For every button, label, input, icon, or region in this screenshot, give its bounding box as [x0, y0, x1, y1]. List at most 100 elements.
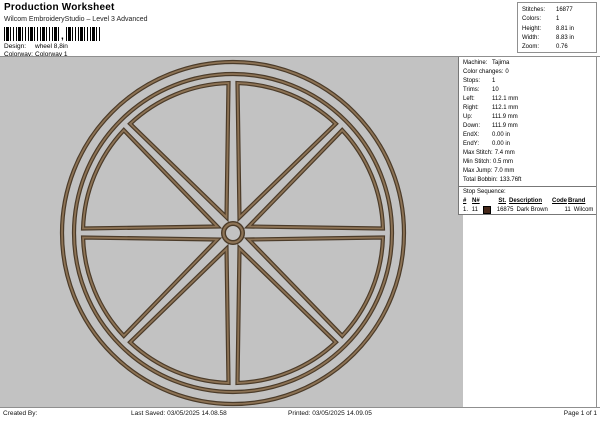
machine-info-value: 112.1 mm [492, 105, 518, 111]
machine-info-value: 0.5 mm [493, 159, 513, 165]
machine-info-label: EndY: [463, 140, 490, 149]
stop-sequence-header-row: #N#St.DescriptionCodeBrand [463, 197, 597, 206]
footer-printed: Printed: 03/05/2025 14.09.05 [288, 410, 372, 417]
machine-info-value: 111.9 mm [492, 114, 518, 120]
stitch-count-cell: 16875 [492, 206, 513, 215]
machine-info-value: Tajima [492, 60, 509, 66]
stat-row: Zoom:0.76 [522, 43, 596, 52]
stat-label: Height: [522, 25, 556, 34]
machine-info-row: Max Jump:7.0 mm [463, 167, 597, 176]
barcode-separator: , [61, 33, 64, 41]
stat-label: Width: [522, 34, 556, 43]
app-subtitle: Wilcom EmbroideryStudio – Level 3 Advanc… [4, 16, 148, 23]
wheel-design-graphic [0, 57, 463, 407]
design-canvas [0, 57, 463, 407]
stat-label: Stitches: [522, 6, 556, 15]
machine-info-value: 7.0 mm [494, 168, 514, 174]
machine-info-value: 1 [492, 78, 495, 84]
machine-info-label: Max Jump: [463, 167, 492, 176]
needle-number-cell: 11 [472, 206, 484, 215]
machine-info-label: EndX: [463, 131, 490, 140]
column-header: N# [472, 197, 484, 206]
machine-info-row: Stops:1 [463, 77, 597, 86]
stat-row: Colors:1 [522, 15, 596, 24]
stat-row: Height:8.81 in [522, 25, 596, 34]
stat-row: Width:8.83 in [522, 34, 596, 43]
stat-value: 8.83 in [556, 35, 574, 41]
page-right-border [596, 57, 597, 407]
machine-info-row: Trims:10 [463, 86, 597, 95]
machine-info-row: Machine:Tajima [463, 59, 597, 68]
thread-brand-cell: Wilcom [574, 206, 597, 215]
machine-info-value: 133.76ft [500, 177, 522, 183]
stat-value: 16877 [556, 7, 573, 13]
machine-info-list: Machine:TajimaColor changes:0Stops:1Trim… [459, 57, 597, 185]
page-title: Production Worksheet [4, 2, 115, 13]
stat-value: 0.76 [556, 44, 568, 50]
column-header: Code [552, 197, 565, 206]
stat-row: Stitches:16877 [522, 6, 596, 15]
machine-info-label: Min Stitch: [463, 158, 491, 167]
machine-info-label: Trims: [463, 86, 490, 95]
machine-info-row: Max Stitch:7.4 mm [463, 149, 597, 158]
production-worksheet-page: Production Worksheet Wilcom EmbroiderySt… [0, 0, 600, 424]
machine-info-row: Color changes:0 [463, 68, 597, 77]
stat-label: Colors: [522, 15, 556, 24]
stop-number-cell: 1. [463, 206, 472, 215]
machine-info-value: 111.9 mm [492, 123, 518, 129]
machine-info-label: Left: [463, 95, 490, 104]
stat-value: 8.81 in [556, 26, 574, 32]
machine-info-row: Down:111.9 mm [463, 122, 597, 131]
footer-last-saved: Last Saved: 03/05/2025 14.08.58 [131, 410, 227, 417]
stop-sequence-row: 1.1116875Dark Brown11Wilcom [463, 206, 597, 215]
machine-info-value: 112.1 mm [492, 96, 518, 102]
design-value: wheel 8,8in [35, 43, 68, 50]
machine-info-label: Total Bobbin: [463, 176, 498, 185]
machine-info-label: Max Stitch: [463, 149, 493, 158]
footer-created-by: Created By: [3, 410, 37, 417]
footer-separator [0, 407, 600, 408]
wheel-stitch-outline [74, 74, 392, 392]
machine-info-label: Color changes: [463, 68, 503, 77]
stop-sequence-title: Stop Sequence: [463, 188, 597, 196]
column-header: # [463, 197, 472, 206]
thread-swatch-cell [483, 206, 492, 214]
machine-info-row: Total Bobbin:133.76ft [463, 176, 597, 185]
machine-info-value: 0.00 in [492, 132, 510, 138]
stat-value: 1 [556, 16, 559, 22]
column-header: St. [484, 197, 506, 206]
thread-description-cell: Dark Brown [516, 206, 558, 215]
stop-sequence-table: #N#St.DescriptionCodeBrand1.1116875Dark … [463, 197, 597, 214]
stop-sequence-section: Stop Sequence: #N#St.DescriptionCodeBran… [459, 186, 597, 214]
machine-info-label: Machine: [463, 59, 490, 68]
barcode: , [4, 27, 102, 41]
design-label: Design: [4, 43, 35, 50]
machine-info-value: 0 [505, 69, 508, 75]
design-stats-box: Stitches:16877Colors:1Height:8.81 inWidt… [517, 2, 597, 53]
column-header: Brand [568, 197, 592, 206]
machine-info-value: 0.00 in [492, 141, 510, 147]
machine-info-row: EndX:0.00 in [463, 131, 597, 140]
machine-info-row: Right:112.1 mm [463, 104, 597, 113]
machine-info-row: Left:112.1 mm [463, 95, 597, 104]
design-name-row: Design:wheel 8,8in [4, 43, 68, 50]
footer-page-number: Page 1 of 1 [564, 410, 597, 417]
thread-code-cell: 11 [558, 206, 571, 215]
machine-info-row: Up:111.9 mm [463, 113, 597, 122]
machine-info-value: 10 [492, 87, 499, 93]
machine-details-panel: Machine:TajimaColor changes:0Stops:1Trim… [458, 57, 597, 215]
machine-info-label: Right: [463, 104, 490, 113]
thread-color-swatch [483, 206, 491, 214]
wheel-stitch-outline [62, 62, 404, 404]
stat-label: Zoom: [522, 43, 556, 52]
barcode-bars-right [66, 27, 102, 41]
wheel-stitch-fill [224, 224, 243, 243]
machine-info-row: Min Stitch:0.5 mm [463, 158, 597, 167]
barcode-bars-left [4, 27, 60, 41]
machine-info-label: Up: [463, 113, 490, 122]
column-header: Description [509, 197, 552, 206]
machine-info-label: Stops: [463, 77, 490, 86]
machine-info-label: Down: [463, 122, 490, 131]
machine-info-row: EndY:0.00 in [463, 140, 597, 149]
machine-info-value: 7.4 mm [495, 150, 515, 156]
